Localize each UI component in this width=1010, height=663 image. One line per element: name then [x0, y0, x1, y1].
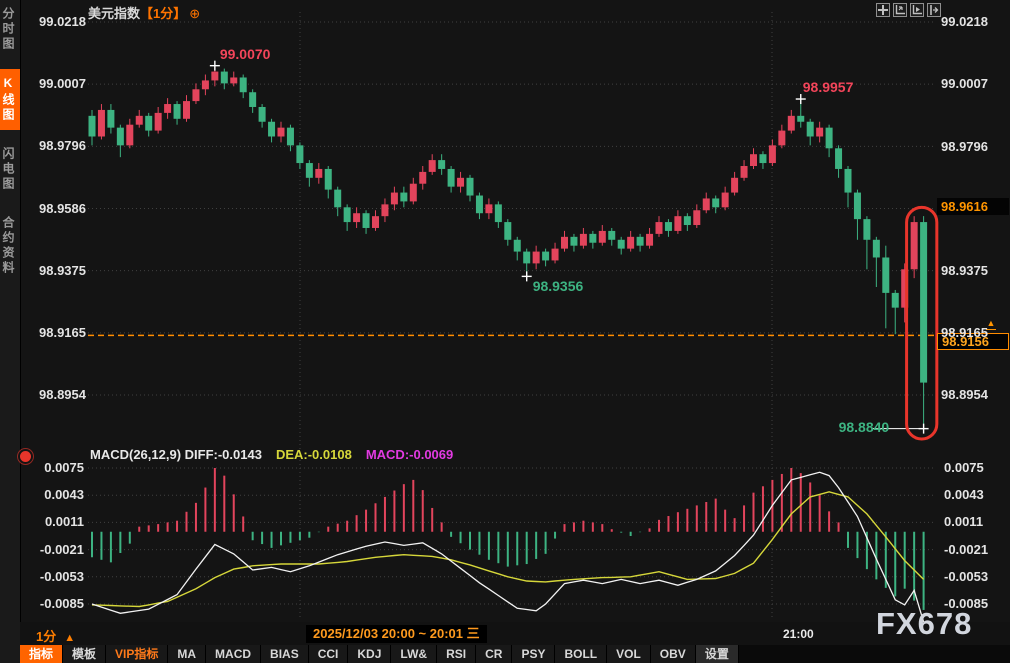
toolbar-item-VIP指标[interactable]: VIP指标: [106, 645, 168, 663]
toolbar-item-模板[interactable]: 模板: [63, 645, 106, 663]
macd-header: MACD(26,12,9) DIFF:-0.0143 DEA:-0.0108 MAC…: [90, 447, 453, 462]
add-overlay-icon[interactable]: ⊕: [189, 6, 200, 21]
interval-label: 1分: [36, 629, 56, 644]
toolbar-item-CCI[interactable]: CCI: [309, 645, 349, 663]
toolbar-item-OBV[interactable]: OBV: [651, 645, 696, 663]
shift-forward-icon[interactable]: [927, 3, 941, 17]
instrument-title: 美元指数【1分】⊕: [88, 3, 200, 22]
toolbar-item-设置[interactable]: 设置: [696, 645, 739, 663]
toolbar-item-BOLL[interactable]: BOLL: [555, 645, 607, 663]
range-high-badge: 98.9616: [937, 198, 1009, 215]
toolbar-item-MACD[interactable]: MACD: [206, 645, 261, 663]
sidebar-tab-闪电图[interactable]: 闪电图: [0, 140, 20, 199]
toolbar-item-PSY[interactable]: PSY: [512, 645, 555, 663]
toolbar-item-指标[interactable]: 指标: [20, 645, 63, 663]
time-axis-row: 1分 ▲ 2025/12/03 20:00 ~ 20:01 三 21:00: [20, 622, 1010, 645]
instrument-name: 美元指数: [88, 6, 140, 21]
interval-arrow-icon: ▲: [64, 632, 75, 644]
toolbar-item-RSI[interactable]: RSI: [437, 645, 476, 663]
macd-panel-marker-icon[interactable]: [20, 451, 31, 462]
macd-params-diff-value: MACD(26,12,9) DIFF:-0.0143: [90, 447, 262, 462]
interval-badge: 【1分】: [140, 6, 186, 21]
anchor-bar: [986, 329, 996, 330]
interval-selector[interactable]: 1分 ▲: [36, 626, 75, 645]
chart-type-sidebar: 分时图 K线图闪电图合约资料: [0, 0, 21, 663]
session-time-badge: 2025/12/03 20:00 ~ 20:01 三: [306, 625, 487, 643]
dea-value: DEA:-0.0108: [276, 447, 352, 462]
chart-control-group: [876, 3, 941, 17]
time-axis-label: 21:00: [783, 627, 814, 641]
axis-scale-right-icon[interactable]: [910, 3, 924, 17]
sidebar-tab-分时图[interactable]: 分时图: [0, 0, 20, 59]
toolbar-item-BIAS[interactable]: BIAS: [261, 645, 309, 663]
sidebar-tab-合约资料[interactable]: 合约资料: [0, 209, 20, 283]
toolbar-item-CR[interactable]: CR: [476, 645, 512, 663]
toolbar-item-VOL[interactable]: VOL: [607, 645, 651, 663]
sidebar-tab-K线图[interactable]: K线图: [0, 69, 20, 130]
toolbar-item-KDJ[interactable]: KDJ: [348, 645, 391, 663]
chart-canvas[interactable]: [0, 0, 1010, 663]
toolbar-item-MA[interactable]: MA: [168, 645, 206, 663]
axis-scale-left-icon[interactable]: [893, 3, 907, 17]
toolbar-item-LW&[interactable]: LW&: [391, 645, 437, 663]
pan-crosshair-icon[interactable]: [876, 3, 890, 17]
anchor-arrow: ▲: [986, 319, 996, 328]
price-anchor-icon[interactable]: ▲: [986, 319, 996, 330]
macd-value: MACD:-0.0069: [366, 447, 453, 462]
brand-watermark: FX678: [876, 606, 972, 642]
trading-terminal: 分时图 K线图闪电图合约资料 美元指数【1分】⊕ MACD(26,12,9) DI…: [0, 0, 1010, 663]
last-price-badge: 98.9156: [937, 333, 1009, 350]
indicator-toolbar: 指标模板VIP指标MAMACDBIASCCIKDJLW&RSICRPSYBOLL…: [20, 645, 1010, 663]
